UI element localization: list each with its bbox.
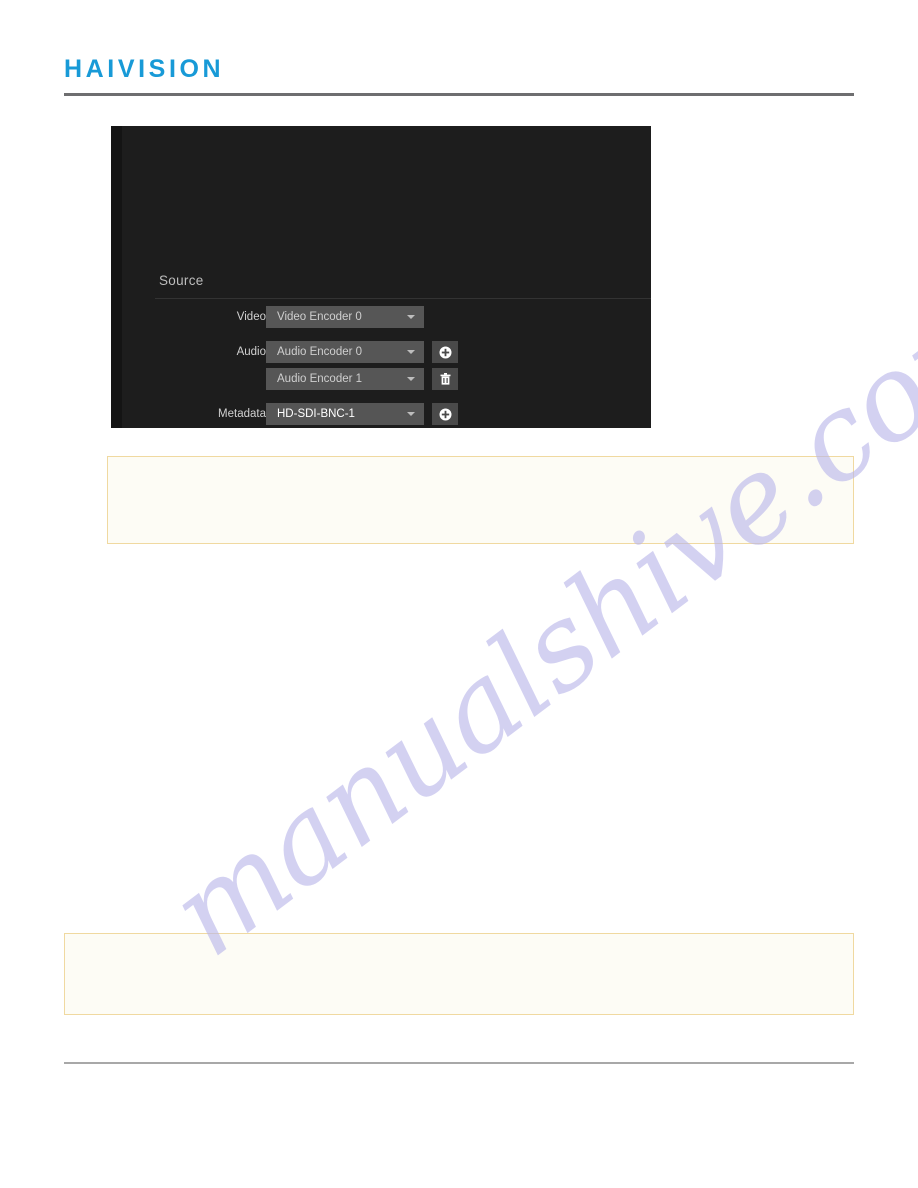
header-divider (64, 93, 854, 96)
plus-circle-icon (432, 341, 458, 363)
select-audio-1-value: Audio Encoder 1 (277, 373, 363, 385)
haivision-logo: HAIVISION (64, 55, 225, 83)
app-screenshot-panel: Source Video Video Encoder 0 Audio Audio… (111, 126, 651, 428)
select-metadata-value: HD-SDI-BNC-1 (277, 408, 355, 420)
trash-icon (432, 368, 458, 390)
select-video[interactable]: Video Encoder 0 (266, 306, 424, 328)
add-audio-button[interactable] (432, 341, 458, 363)
footer-divider (64, 1062, 854, 1064)
select-audio-1[interactable]: Audio Encoder 1 (266, 368, 424, 390)
form-row-audio-1: Audio Encoder 1 (111, 368, 651, 390)
note-callout-top (107, 456, 854, 544)
chevron-down-icon (407, 350, 415, 354)
label-metadata: Metadata (218, 408, 266, 420)
chevron-down-icon (407, 315, 415, 319)
label-video: Video (236, 311, 266, 323)
select-video-value: Video Encoder 0 (277, 311, 362, 323)
form-row-video: Video Video Encoder 0 (111, 306, 651, 328)
select-audio-0-value: Audio Encoder 0 (277, 346, 363, 358)
note-callout-bottom (64, 933, 854, 1015)
section-header-source: Source (159, 273, 204, 288)
section-divider-source (155, 298, 651, 299)
add-metadata-button[interactable] (432, 403, 458, 425)
delete-audio-button[interactable] (432, 368, 458, 390)
select-audio-0[interactable]: Audio Encoder 0 (266, 341, 424, 363)
form-row-metadata: Metadata HD-SDI-BNC-1 (111, 403, 651, 425)
label-audio: Audio (236, 346, 266, 358)
select-metadata[interactable]: HD-SDI-BNC-1 (266, 403, 424, 425)
chevron-down-icon (407, 412, 415, 416)
chevron-down-icon (407, 377, 415, 381)
plus-circle-icon (432, 403, 458, 425)
page-header: HAIVISION (0, 0, 918, 100)
form-row-audio-0: Audio Audio Encoder 0 (111, 341, 651, 363)
